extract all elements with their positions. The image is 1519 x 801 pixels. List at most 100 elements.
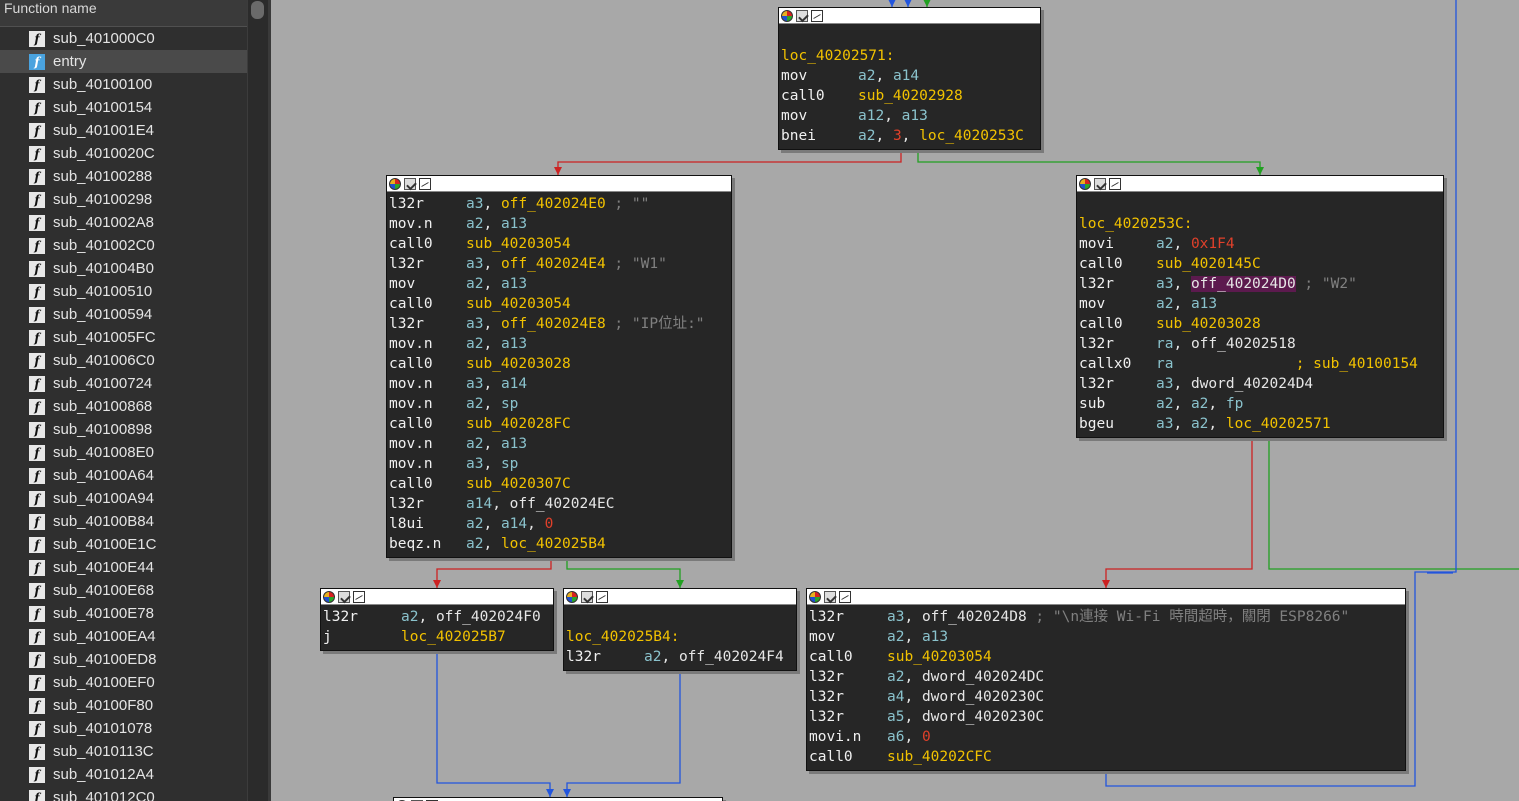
node-edit-icon[interactable] xyxy=(796,9,808,22)
function-list-header[interactable]: Function name xyxy=(0,0,247,27)
symbol-reference[interactable]: sub_40203028 xyxy=(1156,316,1261,332)
symbol-reference[interactable]: sub_4020145C xyxy=(1156,256,1261,272)
function-list-item[interactable]: f sub_40100594 xyxy=(0,303,247,326)
node-block-j[interactable]: l32r a2, off_402024F0 j loc_402025B7 xyxy=(320,588,554,651)
node-color-icon[interactable] xyxy=(566,590,578,603)
mnemonic: movi xyxy=(1079,236,1114,252)
node-loc-402025B4[interactable]: loc_402025B4: l32r a2, off_402024F4 xyxy=(563,588,797,671)
graph-view[interactable]: loc_40202571: mov a2, a14 call0 sub_40202928… xyxy=(271,0,1519,801)
code-label[interactable]: loc_40202571: xyxy=(781,48,895,64)
edge-line[interactable] xyxy=(1105,437,1253,588)
symbol-reference[interactable]: loc_40202571 xyxy=(1226,416,1331,432)
node-block-bottom[interactable] xyxy=(393,797,723,801)
node-color-icon[interactable] xyxy=(781,9,793,22)
function-list-item[interactable]: f sub_40100ED8 xyxy=(0,648,247,671)
node-graph-icon[interactable] xyxy=(839,590,851,603)
edge-line[interactable] xyxy=(557,149,902,175)
mnemonic: bnei xyxy=(781,128,816,144)
symbol-reference[interactable]: loc_402025B7 xyxy=(401,629,506,645)
function-list-scrollbar[interactable] xyxy=(247,0,269,801)
function-list-item[interactable]: f sub_4010113C xyxy=(0,740,247,763)
register-operand: a14 xyxy=(500,376,528,392)
edge-line[interactable] xyxy=(917,149,1261,175)
symbol-reference[interactable]: ; sub_40100154 xyxy=(1296,356,1418,372)
symbol-reference[interactable]: sub_40202928 xyxy=(858,88,963,104)
function-list-item[interactable]: f sub_401005FC xyxy=(0,326,247,349)
function-list-item[interactable]: f sub_40100100 xyxy=(0,73,247,96)
code-label[interactable]: loc_4020253C: xyxy=(1079,216,1193,232)
function-list-item[interactable]: f sub_40101078 xyxy=(0,717,247,740)
symbol-reference[interactable]: sub_40202CFC xyxy=(887,749,992,765)
function-list-item[interactable]: f sub_40100868 xyxy=(0,395,247,418)
mnemonic: mov xyxy=(781,68,808,84)
node-color-icon[interactable] xyxy=(389,177,401,190)
function-list-item[interactable]: f sub_401012A4 xyxy=(0,763,247,786)
function-list-item[interactable]: f sub_40100A94 xyxy=(0,487,247,510)
function-list-item[interactable]: f sub_40100288 xyxy=(0,165,247,188)
symbol-reference[interactable]: sub_40203054 xyxy=(887,649,992,665)
node-graph-icon[interactable] xyxy=(1109,177,1121,190)
function-list-item[interactable]: f sub_40100E78 xyxy=(0,602,247,625)
node-color-icon[interactable] xyxy=(1079,177,1091,190)
edge-line[interactable] xyxy=(566,670,681,797)
function-list-item[interactable]: f sub_40100E68 xyxy=(0,579,247,602)
node-edit-icon[interactable] xyxy=(338,590,350,603)
function-list-item[interactable]: f sub_401004B0 xyxy=(0,257,247,280)
node-loc-4020253C[interactable]: loc_4020253C: movi a2, 0x1F4 call0 sub_40201… xyxy=(1076,175,1444,438)
function-list-item[interactable]: f sub_4010020C xyxy=(0,142,247,165)
symbol-reference[interactable]: off_402024E4 xyxy=(501,256,606,272)
instruction-line: l32r a4, dword_4020230C xyxy=(809,687,1405,707)
function-list-item[interactable]: f sub_40100A64 xyxy=(0,464,247,487)
symbol-reference[interactable]: sub_40203028 xyxy=(466,356,571,372)
function-list-item[interactable]: f sub_401002A8 xyxy=(0,211,247,234)
symbol-reference[interactable]: sub_40203054 xyxy=(466,296,571,312)
node-edit-icon[interactable] xyxy=(404,177,416,190)
symbol-reference[interactable]: sub_4020307C xyxy=(466,476,571,492)
node-graph-icon[interactable] xyxy=(419,177,431,190)
function-list-item[interactable]: f sub_40100898 xyxy=(0,418,247,441)
node-edit-icon[interactable] xyxy=(581,590,593,603)
symbol-reference[interactable]: loc_402025B4 xyxy=(501,536,606,552)
function-list-item[interactable]: f sub_401001E4 xyxy=(0,119,247,142)
function-list-item[interactable]: f sub_40100EF0 xyxy=(0,671,247,694)
node-block-left[interactable]: l32r a3, off_402024E0 ; "" mov.n a2, a13 cal… xyxy=(386,175,732,558)
code-label[interactable]: loc_402025B4: xyxy=(566,629,680,645)
symbol-reference[interactable]: off_402024E8 xyxy=(501,316,606,332)
edge-line[interactable] xyxy=(436,557,552,588)
scrollbar-thumb[interactable] xyxy=(251,1,264,19)
function-list-item[interactable]: f sub_401008E0 xyxy=(0,441,247,464)
function-list-item[interactable]: f sub_40100E44 xyxy=(0,556,247,579)
function-list-item[interactable]: f sub_401002C0 xyxy=(0,234,247,257)
node-loc-40202571[interactable]: loc_40202571: mov a2, a14 call0 sub_40202928… xyxy=(778,7,1041,150)
function-list-item[interactable]: f sub_40100724 xyxy=(0,372,247,395)
node-graph-icon[interactable] xyxy=(811,9,823,22)
function-list-item[interactable]: f sub_401012C0 xyxy=(0,786,247,801)
node-block-timeout[interactable]: l32r a3, off_402024D8 ; "\n連接 Wi-Fi 時間超時，… xyxy=(806,588,1406,771)
node-graph-icon[interactable] xyxy=(596,590,608,603)
node-edit-icon[interactable] xyxy=(824,590,836,603)
edge-line[interactable] xyxy=(566,557,681,588)
immediate-operand: 0 xyxy=(544,516,554,532)
function-list-item[interactable]: f sub_40100510 xyxy=(0,280,247,303)
function-list-item[interactable]: f sub_40100298 xyxy=(0,188,247,211)
function-list-item[interactable]: f sub_40100B84 xyxy=(0,510,247,533)
function-list-item[interactable]: f sub_40100F80 xyxy=(0,694,247,717)
function-list-item[interactable]: f sub_40100EA4 xyxy=(0,625,247,648)
symbol-reference[interactable]: off_402024E0 xyxy=(501,196,606,212)
function-list-item[interactable]: f sub_40100E1C xyxy=(0,533,247,556)
separator: , xyxy=(1208,416,1226,432)
node-edit-icon[interactable] xyxy=(1094,177,1106,190)
edge-line[interactable] xyxy=(436,650,551,797)
node-color-icon[interactable] xyxy=(809,590,821,603)
edge-line[interactable] xyxy=(1268,437,1519,570)
node-color-icon[interactable] xyxy=(323,590,335,603)
symbol-reference[interactable]: loc_4020253C xyxy=(919,128,1024,144)
node-graph-icon[interactable] xyxy=(353,590,365,603)
highlighted-operand[interactable]: off_402024D0 xyxy=(1190,276,1296,292)
symbol-reference[interactable]: sub_40203054 xyxy=(466,236,571,252)
function-list-item[interactable]: f sub_401000C0 xyxy=(0,27,247,50)
function-list-item[interactable]: f entry xyxy=(0,50,247,73)
function-list-item[interactable]: f sub_401006C0 xyxy=(0,349,247,372)
symbol-reference[interactable]: sub_402028FC xyxy=(466,416,571,432)
function-list-item[interactable]: f sub_40100154 xyxy=(0,96,247,119)
